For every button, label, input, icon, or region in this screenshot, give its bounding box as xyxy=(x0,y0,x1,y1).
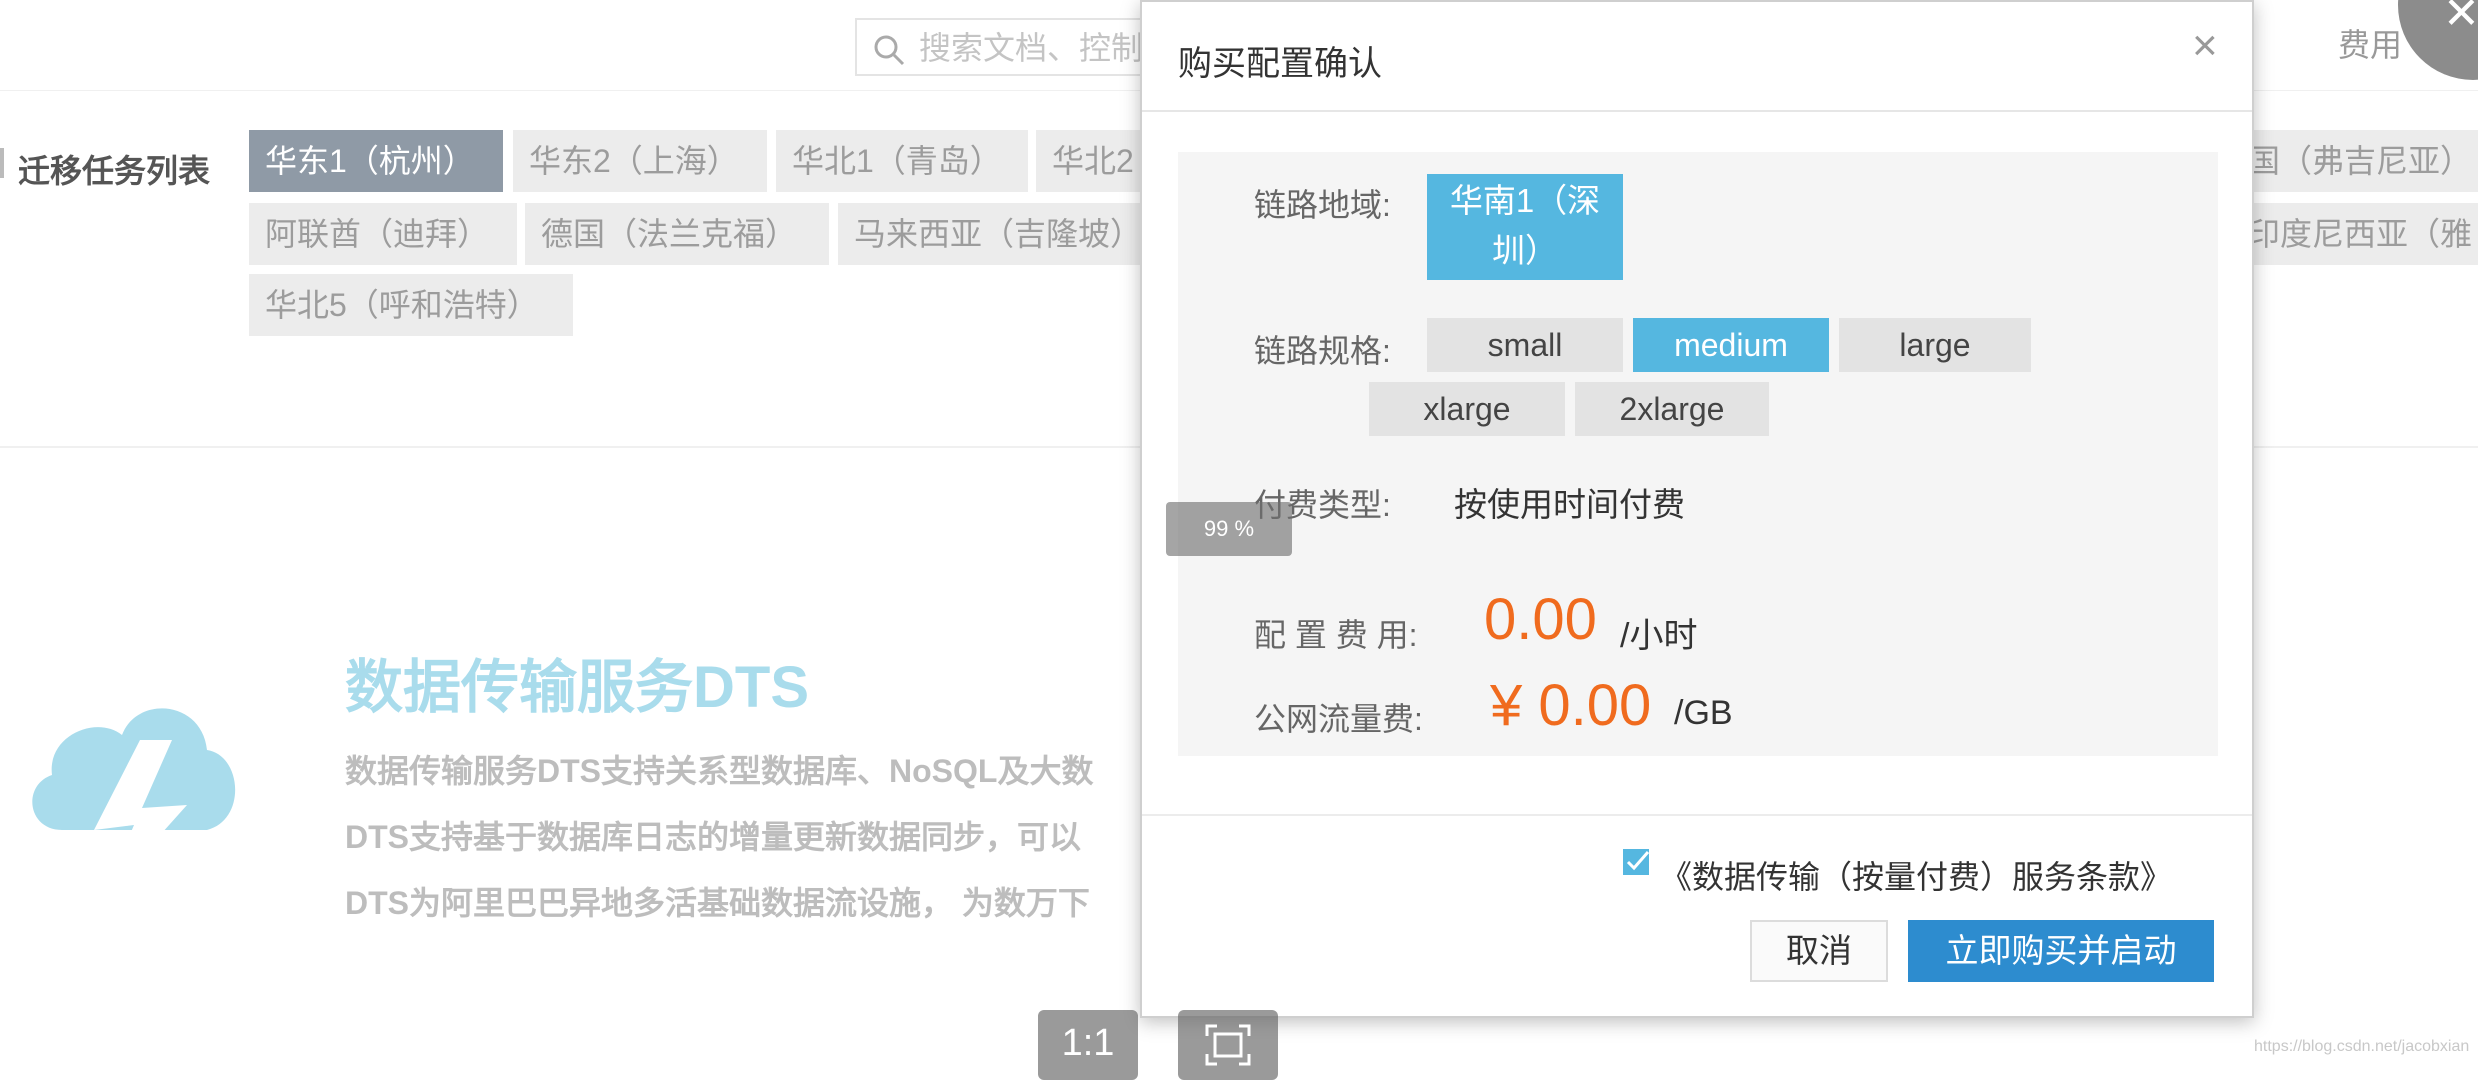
region-tag-virginia[interactable]: 国（弗吉尼亚） xyxy=(2232,130,2478,192)
link-spec-label: 链路规格: xyxy=(1254,333,1391,369)
traffic-fee-label: 公网流量费: xyxy=(1254,701,1423,737)
region-tag-jakarta[interactable]: 印度尼西亚（雅 xyxy=(2232,203,2478,265)
actual-size-button[interactable]: 1:1 xyxy=(1038,1010,1138,1080)
region-tag-hangzhou[interactable]: 华东1（杭州） xyxy=(249,130,503,192)
region-tag-huabei2[interactable]: 华北2 xyxy=(1036,130,1146,192)
cancel-button[interactable]: 取消 xyxy=(1750,920,1888,982)
dialog-header: 购买配置确认 × xyxy=(1142,2,2252,112)
buy-and-start-button[interactable]: 立即购买并启动 xyxy=(1908,920,2214,982)
dts-description-line: DTS为阿里巴巴异地多活基础数据流设施， 为数万下 xyxy=(345,885,1090,921)
region-tag-dubai[interactable]: 阿联酋（迪拜） xyxy=(249,203,517,265)
link-region-chip[interactable]: 华南1（深 圳） xyxy=(1427,174,1623,280)
config-summary-panel xyxy=(1178,152,2218,756)
traffic-fee-value: ¥ 0.00 xyxy=(1490,673,1652,738)
config-fee-value: 0.00 xyxy=(1484,587,1597,652)
agreement-link[interactable]: 《数据传输（按量付费）服务条款》 xyxy=(1660,852,2172,898)
dts-description-line: 数据传输服务DTS支持关系型数据库、NoSQL及大数 xyxy=(345,753,1094,789)
sidebar-marker xyxy=(0,148,4,178)
dialog-footer-divider xyxy=(1142,814,2252,816)
spec-option-xlarge[interactable]: xlarge xyxy=(1369,382,1565,436)
pay-type-value: 按使用时间付费 xyxy=(1454,486,1685,523)
region-tag-frankfurt[interactable]: 德国（法兰克福） xyxy=(525,203,829,265)
close-icon: × xyxy=(2192,21,2218,70)
watermark: https://blog.csdn.net/jacobxian xyxy=(2254,1038,2470,1055)
fit-screen-button[interactable] xyxy=(1178,1010,1278,1080)
traffic-fee-unit: /GB xyxy=(1674,694,1733,732)
config-fee-label: 配 置 费 用: xyxy=(1254,617,1418,653)
link-region-chip-line2: 圳） xyxy=(1492,232,1558,269)
search-box[interactable] xyxy=(855,18,1155,76)
task-list-title: 迁移任务列表 xyxy=(18,153,211,189)
agreement-checkbox[interactable] xyxy=(1622,848,1652,878)
region-tag-hohhot[interactable]: 华北5（呼和浩特） xyxy=(249,274,573,336)
fit-screen-icon xyxy=(1205,1024,1251,1066)
search-icon xyxy=(874,35,905,66)
search-input[interactable] xyxy=(917,28,1151,68)
dts-cloud-icon xyxy=(32,708,236,900)
dialog-close-button[interactable]: × xyxy=(2192,24,2218,68)
link-region-chip-line1: 华南1（深 xyxy=(1449,182,1601,219)
region-tag-qingdao[interactable]: 华北1（青岛） xyxy=(776,130,1028,192)
config-fee-unit: /小时 xyxy=(1620,617,1698,655)
close-icon: ✕ xyxy=(2443,0,2478,38)
spec-option-large[interactable]: large xyxy=(1839,318,2031,372)
region-tag-kualalumpur[interactable]: 马来西亚（吉隆坡） xyxy=(838,203,1144,265)
corner-close-button[interactable]: ✕ xyxy=(2398,0,2478,80)
spec-option-medium[interactable]: medium xyxy=(1633,318,1829,372)
fee-link[interactable]: 费用 xyxy=(2338,20,2402,66)
link-region-label: 链路地域: xyxy=(1254,187,1391,223)
dts-description-line: DTS支持基于数据库日志的增量更新数据同步，可以 xyxy=(345,819,1082,855)
zoom-level-badge: 99 % xyxy=(1166,502,1292,556)
dts-title: 数据传输服务DTS xyxy=(345,655,810,720)
spec-option-2xlarge[interactable]: 2xlarge xyxy=(1575,382,1769,436)
region-tag-shanghai[interactable]: 华东2（上海） xyxy=(513,130,767,192)
dialog-title: 购买配置确认 xyxy=(1178,45,1382,83)
spec-option-small[interactable]: small xyxy=(1427,318,1623,372)
